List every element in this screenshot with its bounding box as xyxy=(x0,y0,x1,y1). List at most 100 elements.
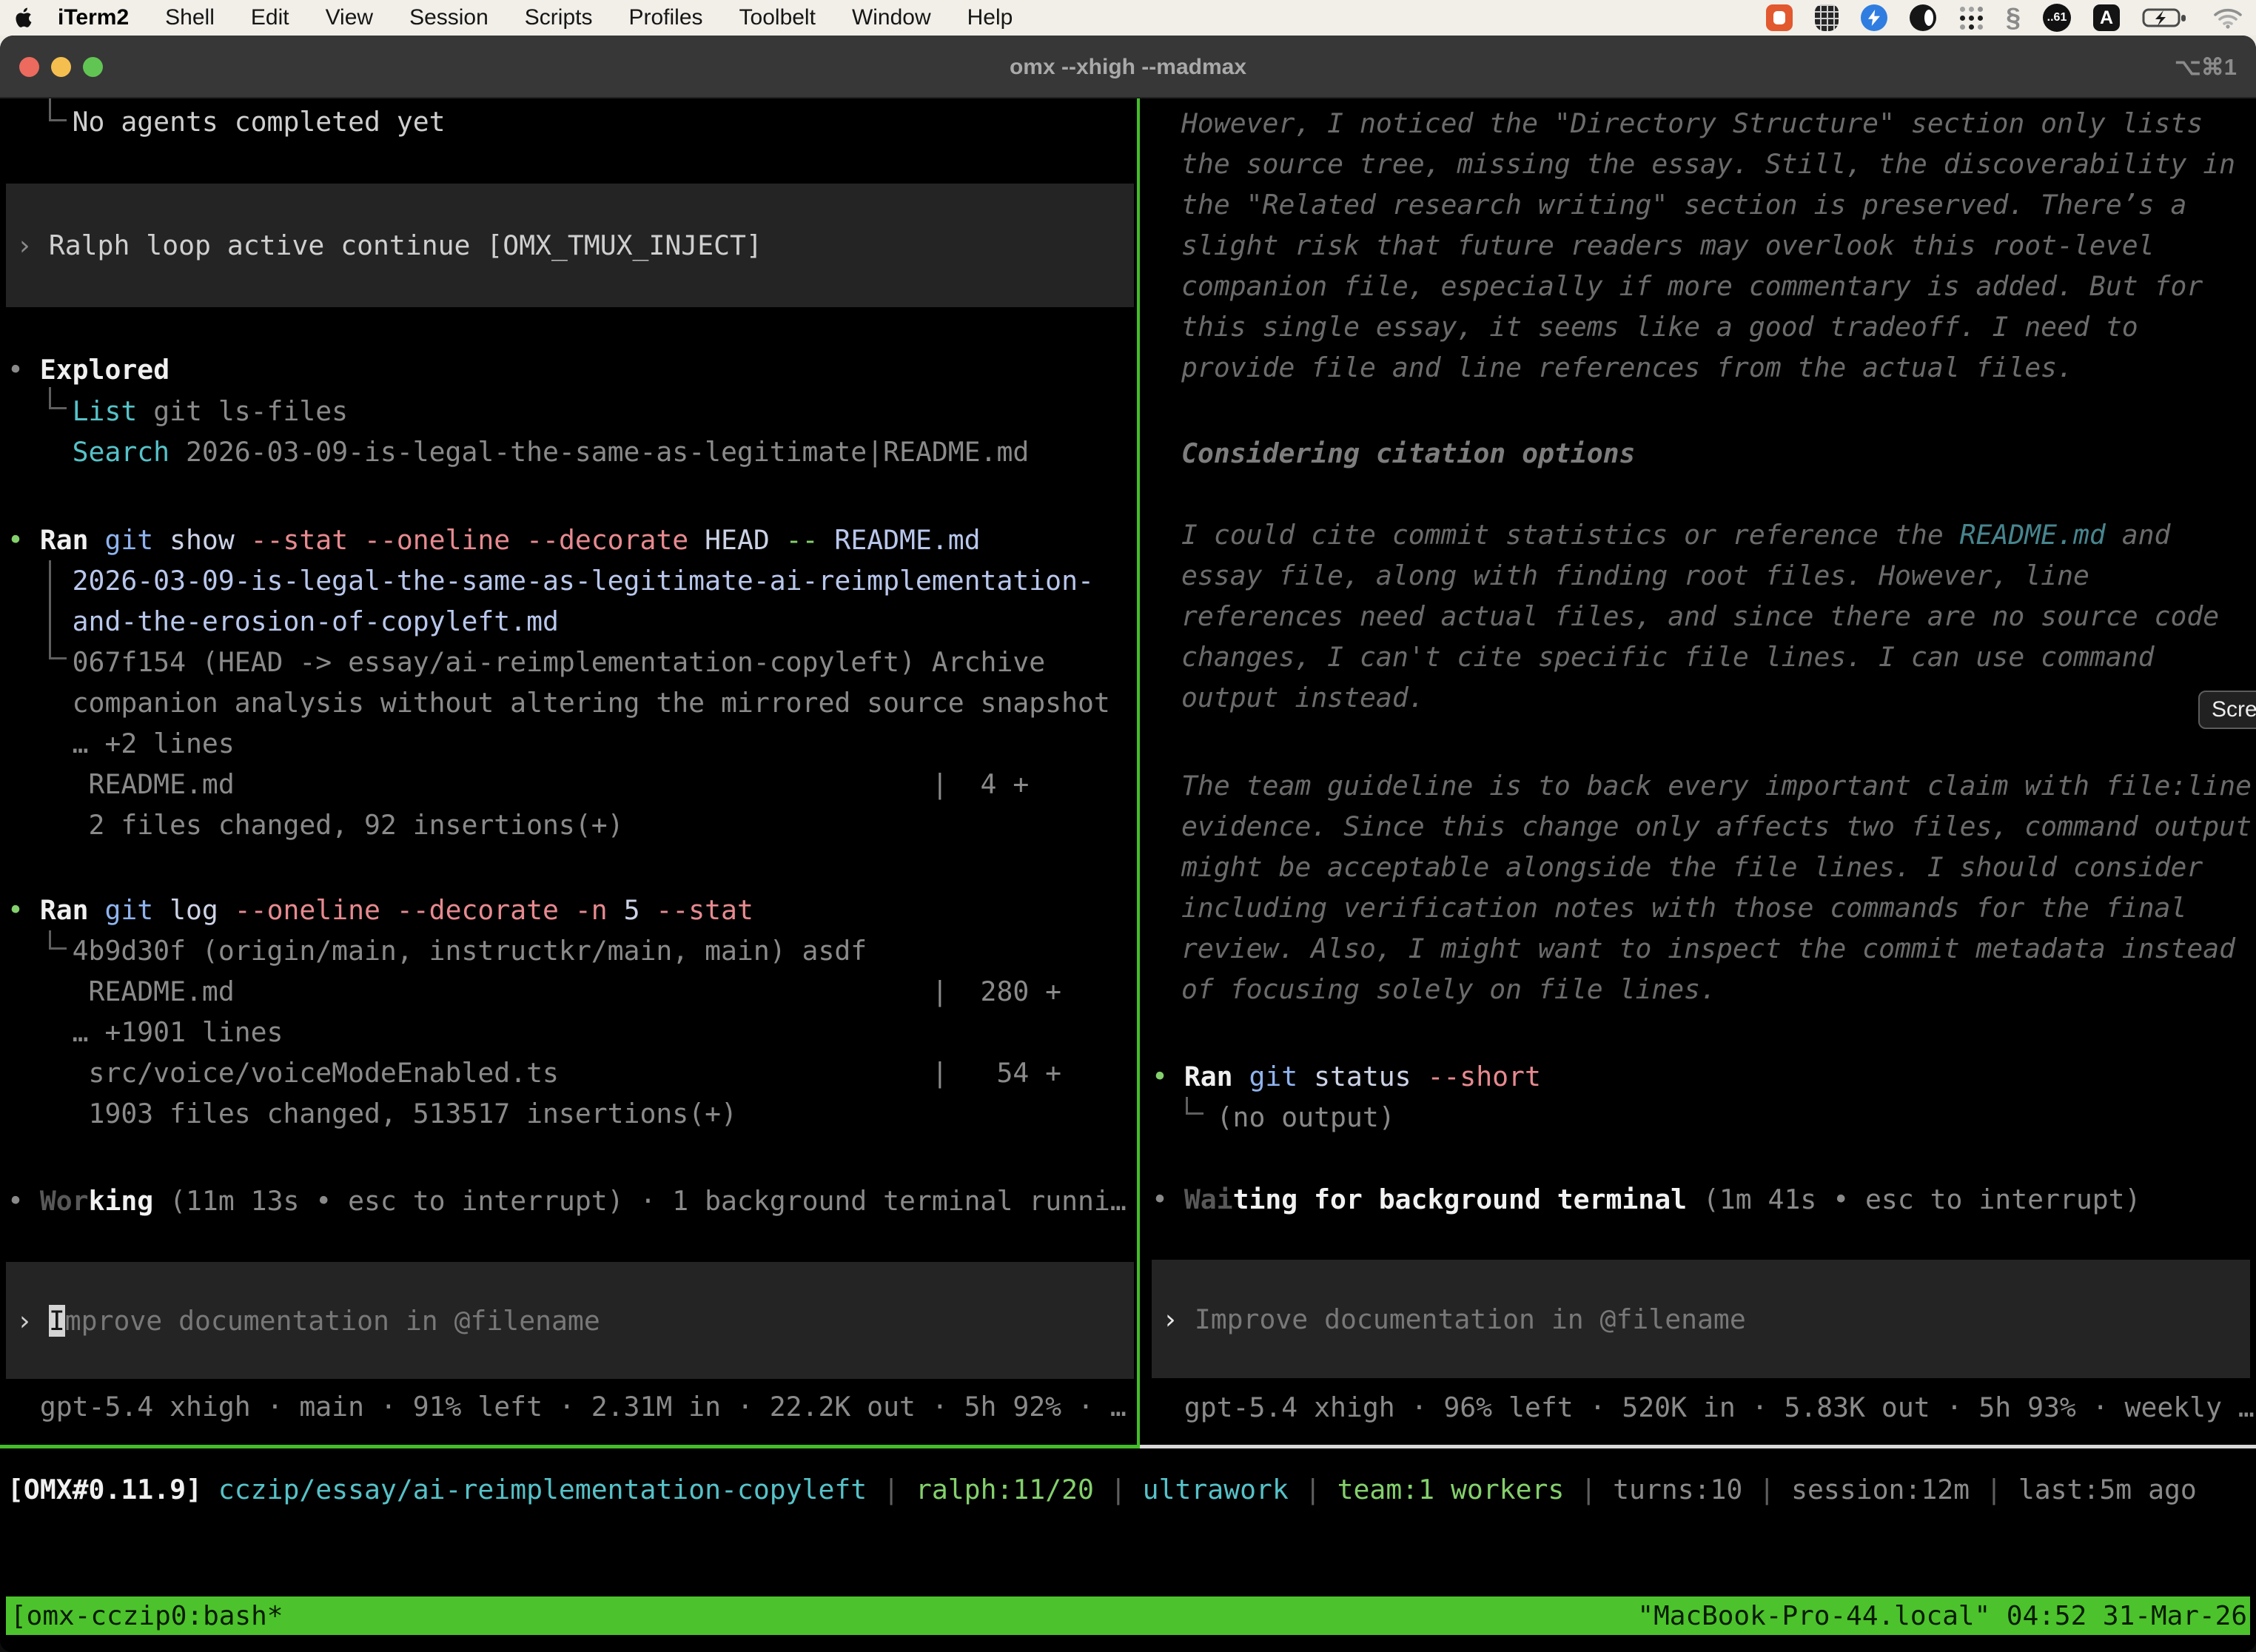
crescent-shape xyxy=(1924,10,1933,26)
text-segment: 1903 files changed, 513517 insertions(+) xyxy=(7,1098,737,1129)
text-segment: log xyxy=(169,894,235,926)
text-segment: However, I noticed the "Directory Struct… xyxy=(1181,107,2203,139)
pane-divider-horizontal-left xyxy=(0,1445,1140,1448)
explored-search-line: Search 2026-03-09-is-legal-the-same-as-l… xyxy=(7,432,1029,472)
text-segment: --stat xyxy=(251,524,364,556)
waiting-status-line: • Waiting for background terminal (1m 41… xyxy=(1152,1179,2141,1220)
text-segment: Improve documentation in @filename xyxy=(1195,1303,1746,1335)
text-segment: show xyxy=(169,524,251,556)
menubar-menus[interactable]: iTerm2ShellEditViewSessionScriptsProfile… xyxy=(58,5,1049,30)
agents-completed-line: No agents completed yet xyxy=(7,101,446,142)
text-segment: src/voice/voiceModeEnabled.ts | 54 + xyxy=(7,1057,1061,1089)
text-segment: --short xyxy=(1427,1061,1540,1092)
text-segment: 2026-03-09-is-legal-the-same-as-legitima… xyxy=(73,565,1094,597)
screen-recording-icon[interactable] xyxy=(1766,4,1793,31)
text-segment xyxy=(7,436,73,468)
diffstat-line: README.md | 280 + xyxy=(7,971,1061,1012)
text-segment: (11m 13s • esc to interrupt) · 1 backgro… xyxy=(153,1185,1127,1217)
tmux-session-label: [omx-cczip0:bash* xyxy=(6,1601,283,1631)
text-segment: --decorate xyxy=(526,524,705,556)
text-segment: last:5m ago xyxy=(2018,1474,2197,1505)
text-segment: • xyxy=(1152,1061,1184,1092)
text-segment: List xyxy=(73,395,154,427)
text-segment: status xyxy=(1314,1061,1427,1092)
text-segment: and xyxy=(2106,519,2171,551)
apple-menu-icon[interactable] xyxy=(13,7,33,29)
text-segment: | xyxy=(1742,1474,1791,1505)
pane-divider-horizontal-right xyxy=(1140,1445,2256,1448)
thinking-paragraph-line: output instead. xyxy=(1181,677,1425,718)
text-segment: -- xyxy=(786,524,835,556)
tmux-status-bar: [omx-cczip0:bash* "MacBook-Pro-44.local"… xyxy=(6,1596,2250,1635)
thinking-paragraph-line: changes, I can't cite specific file line… xyxy=(1181,637,2155,677)
text-segment: Scripts xyxy=(525,5,593,30)
text-segment: turns:10 xyxy=(1613,1474,1742,1505)
more-lines-line: … +2 lines xyxy=(7,723,235,764)
text-segment: companion file, especially if more comme… xyxy=(1181,270,2203,302)
thinking-paragraph-line: references need actual files, and since … xyxy=(1181,596,2219,637)
macos-menubar: iTerm2ShellEditViewSessionScriptsProfile… xyxy=(0,0,2256,36)
text-segment: I xyxy=(49,1305,65,1337)
text-segment: README.md xyxy=(834,524,980,556)
tmux-host-clock-label: "MacBook-Pro-44.local" 04:52 31-Mar-26 xyxy=(1637,1601,2250,1631)
battery-percent-badge-icon[interactable]: ..61 xyxy=(2043,4,2071,32)
thinking-paragraph-line: this single essay, it seems like a good … xyxy=(1181,306,2138,347)
text-segment: might be acceptable alongside the file l… xyxy=(1181,851,2203,883)
commit-filename-line: 2026-03-09-is-legal-the-same-as-legitima… xyxy=(7,560,1094,601)
text-segment: slight risk that future readers may over… xyxy=(1181,229,2155,261)
text-segment: references need actual files, and since … xyxy=(1181,600,2219,632)
text-segment: session:12m xyxy=(1791,1474,1970,1505)
thinking-paragraph-line: might be acceptable alongside the file l… xyxy=(1181,847,2203,887)
window-title: omx --xhigh --madmax xyxy=(0,36,2256,98)
text-segment: git xyxy=(1249,1061,1314,1092)
thinking-paragraph-line: provide file and line references from th… xyxy=(1181,347,2073,388)
text-segment: README.md xyxy=(1960,519,2106,551)
working-status-line: • Working (11m 13s • esc to interrupt) ·… xyxy=(7,1181,1127,1221)
input-source-icon[interactable]: A xyxy=(2093,4,2120,31)
text-segment: this single essay, it seems like a good … xyxy=(1181,311,2138,343)
inject-banner[interactable]: › Ralph loop active continue [OMX_TMUX_I… xyxy=(6,184,1134,307)
omx-status-line: [OMX#0.11.9] cczip/essay/ai-reimplementa… xyxy=(7,1469,2197,1510)
dots-grid-icon[interactable] xyxy=(1958,5,1984,30)
battery-icon[interactable] xyxy=(2142,6,2191,30)
text-segment: and-the-erosion-of-copyleft.md xyxy=(73,605,559,637)
text-segment: 2 files changed, 92 insertions(+) xyxy=(7,809,624,841)
text-segment: › xyxy=(1162,1303,1195,1335)
blue-bolt-icon[interactable] xyxy=(1861,4,1887,31)
text-segment: Search xyxy=(73,436,186,468)
model-status-right: gpt-5.4 xhigh · 96% left · 520K in · 5.8… xyxy=(1152,1387,2255,1428)
text-segment: … +2 lines xyxy=(7,728,235,759)
text-segment xyxy=(7,106,73,138)
window-titlebar[interactable]: omx --xhigh --madmax ⌥⌘1 xyxy=(0,36,2256,98)
prompt-input-left[interactable]: › Improve documentation in @filename xyxy=(6,1262,1134,1379)
moon-crescent-icon[interactable] xyxy=(1910,4,1936,31)
text-segment: HEAD xyxy=(705,524,786,556)
wifi-icon[interactable] xyxy=(2213,7,2243,29)
text-segment: ultrawork xyxy=(1143,1474,1289,1505)
screen-recording-inner xyxy=(1773,11,1785,24)
text-segment: ralph:11/20 xyxy=(916,1474,1094,1505)
text-segment: README.md | 4 + xyxy=(7,768,1029,800)
text-segment: No agents completed yet xyxy=(73,106,446,138)
text-segment: team:1 workers xyxy=(1337,1474,1565,1505)
text-segment: cczip/essay/ai-reimplementation-copyleft xyxy=(218,1474,867,1505)
terminal-content: No agents completed yet › Ralph loop act… xyxy=(0,98,2256,1652)
text-segment: › xyxy=(16,229,49,261)
text-segment: (1m 41s • esc to interrupt) xyxy=(1687,1183,2141,1215)
thinking-paragraph-line: The team guideline is to back every impo… xyxy=(1181,765,2252,806)
text-segment: of focusing solely on file lines. xyxy=(1181,973,1716,1005)
text-segment: iTerm2 xyxy=(58,5,129,30)
text-segment: Window xyxy=(852,5,931,30)
text-segment: | xyxy=(1970,1474,2018,1505)
more-lines-line: … +1901 lines xyxy=(7,1012,283,1052)
text-segment: Explored xyxy=(40,354,169,386)
thinking-paragraph-line: However, I noticed the "Directory Struct… xyxy=(1181,103,2203,144)
text-segment: • xyxy=(7,894,40,926)
shield-grid-icon[interactable] xyxy=(1815,4,1839,31)
prompt-input-right[interactable]: › Improve documentation in @filename xyxy=(1152,1260,2250,1378)
text-segment: Wor xyxy=(40,1185,89,1217)
text-segment xyxy=(7,605,73,637)
text-segment: including verification notes with those … xyxy=(1181,892,2186,924)
section-glyph-icon[interactable]: § xyxy=(2006,2,2021,33)
pane-divider-vertical[interactable] xyxy=(1137,98,1140,1448)
